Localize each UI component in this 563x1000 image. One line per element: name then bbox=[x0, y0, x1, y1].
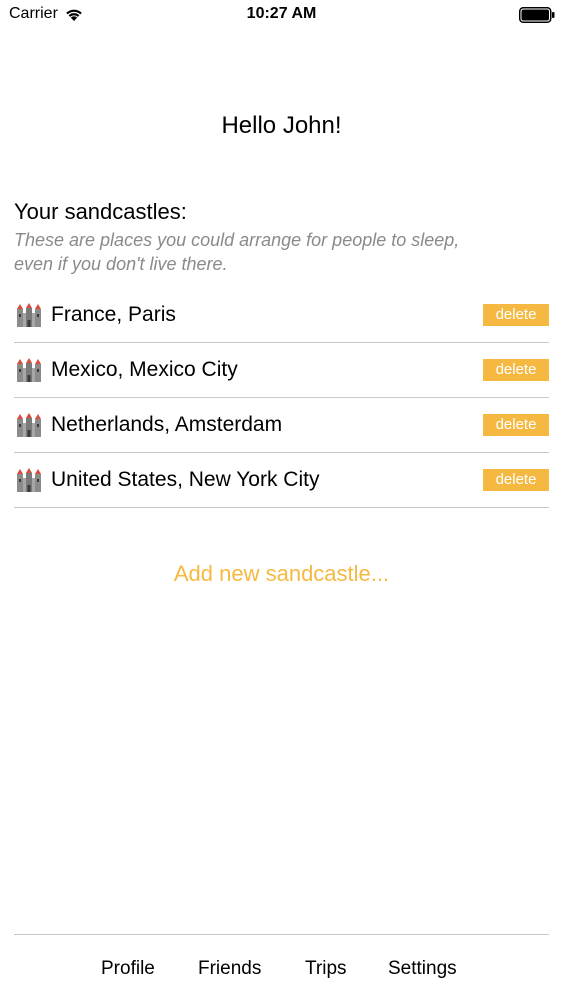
section-subtitle-line-1: These are places you could arrange for p… bbox=[14, 230, 460, 250]
delete-button[interactable]: delete bbox=[483, 304, 549, 326]
delete-button[interactable]: delete bbox=[483, 414, 549, 436]
delete-button[interactable]: delete bbox=[483, 359, 549, 381]
add-sandcastle-button[interactable]: Add new sandcastle... bbox=[0, 561, 563, 587]
sandcastle-label: France, Paris bbox=[51, 303, 176, 326]
tab-friends[interactable]: Friends bbox=[198, 958, 261, 980]
tab-trips[interactable]: Trips bbox=[305, 958, 347, 980]
castle-icon bbox=[17, 413, 41, 437]
sandcastle-label: United States, New York City bbox=[51, 468, 320, 491]
delete-button[interactable]: delete bbox=[483, 469, 549, 491]
section-title: Your sandcastles: bbox=[14, 199, 187, 224]
sandcastle-row[interactable]: Mexico, Mexico City delete bbox=[14, 343, 549, 398]
tab-bar: Profile Friends Trips Settings bbox=[14, 934, 549, 1000]
screen: Carrier 10:27 AM Hello John! Your sandca… bbox=[0, 0, 563, 1000]
status-bar: Carrier 10:27 AM bbox=[0, 0, 563, 30]
tab-profile[interactable]: Profile bbox=[101, 958, 155, 980]
castle-icon bbox=[17, 358, 41, 382]
greeting: Hello John! bbox=[221, 112, 342, 139]
section-subtitle-line-2: even if you don't live there. bbox=[14, 254, 228, 274]
sandcastle-row[interactable]: France, Paris delete bbox=[14, 288, 549, 343]
status-time: 10:27 AM bbox=[246, 5, 317, 22]
castle-icon bbox=[17, 468, 41, 492]
tab-settings[interactable]: Settings bbox=[388, 958, 457, 980]
sandcastle-row[interactable]: Netherlands, Amsterdam delete bbox=[14, 398, 549, 453]
sandcastle-label: Netherlands, Amsterdam bbox=[51, 413, 283, 436]
section-subtitle: These are places you could arrange for p… bbox=[14, 228, 554, 276]
castle-icon bbox=[17, 303, 41, 327]
sandcastle-label: Mexico, Mexico City bbox=[51, 358, 238, 381]
sandcastle-row[interactable]: United States, New York City delete bbox=[14, 453, 549, 508]
battery-icon bbox=[519, 7, 555, 23]
sandcastle-list: France, Paris delete Mexico, Mexico City… bbox=[14, 288, 549, 508]
